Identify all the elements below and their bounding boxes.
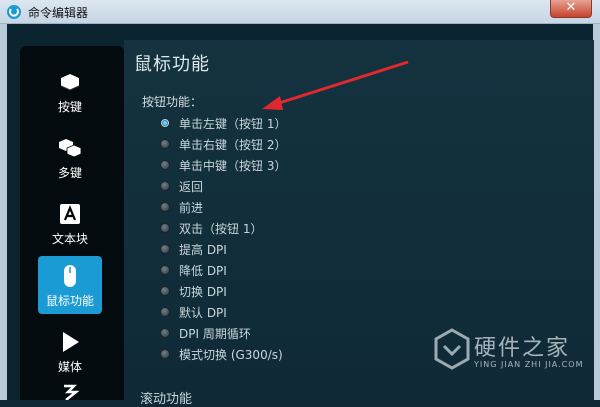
sidebar-item-label: 多键 xyxy=(57,166,82,180)
radio-button[interactable] xyxy=(160,139,170,149)
radio-option[interactable]: 模式切换 (G300/s) xyxy=(160,345,283,363)
radio-option[interactable]: 双击（按钮 1） xyxy=(160,219,262,237)
sidebar-item-keystroke[interactable]: 按键 xyxy=(38,62,102,120)
radio-option-label: 单击右键（按钮 2） xyxy=(179,137,287,152)
radio-option-label: 切换 DPI xyxy=(179,284,227,299)
radio-option[interactable]: 切换 DPI xyxy=(160,282,227,300)
media-play-icon xyxy=(63,332,79,352)
sidebar-item-label: 文本块 xyxy=(51,232,88,246)
radio-option[interactable]: 前进 xyxy=(160,198,203,216)
watermark-text: 硬件之家 xyxy=(474,336,571,361)
sidebar-item-multikey[interactable]: 多键 xyxy=(38,128,102,186)
radio-option-label: 提高 DPI xyxy=(179,242,227,257)
radio-button[interactable] xyxy=(160,244,170,254)
radio-button[interactable] xyxy=(160,223,170,233)
window-title: 命令编辑器 xyxy=(28,6,89,20)
window-right-border xyxy=(593,24,600,400)
radio-option[interactable]: 默认 DPI xyxy=(160,303,227,321)
radio-option[interactable]: 单击左键（按钮 1） xyxy=(160,114,286,132)
mouse-icon xyxy=(64,265,76,287)
radio-option-label: DPI 周期循环 xyxy=(179,326,251,341)
title-bar: 命令编辑器 ✕ xyxy=(0,0,600,24)
page-title: 鼠标功能 xyxy=(134,54,210,75)
sidebar-item-media[interactable]: 媒体 xyxy=(38,322,102,380)
text-block-icon xyxy=(60,204,80,224)
sidebar-item-label: 媒体 xyxy=(57,360,82,374)
radio-option-label: 默认 DPI xyxy=(179,305,227,320)
radio-button[interactable] xyxy=(160,160,170,170)
watermark-subtext: YING JIAN ZHI JIA.COM xyxy=(474,360,584,369)
scroll-function-title: 滚动功能 xyxy=(140,392,193,407)
hotkey-icon[interactable] xyxy=(60,384,82,400)
radio-option[interactable]: DPI 周期循环 xyxy=(160,324,251,342)
radio-button[interactable] xyxy=(160,202,170,212)
radio-button[interactable] xyxy=(160,181,170,191)
app-logo-icon xyxy=(7,5,21,19)
radio-button[interactable] xyxy=(160,307,170,317)
radio-button[interactable] xyxy=(160,286,170,296)
radio-button-checked[interactable] xyxy=(160,118,170,128)
sidebar-item-label: 鼠标功能 xyxy=(45,294,94,308)
radio-option-label: 单击左键（按钮 1） xyxy=(179,116,287,131)
key-icon xyxy=(60,74,80,91)
window-left-border xyxy=(0,24,7,400)
radio-option[interactable]: 降低 DPI xyxy=(160,261,227,279)
radio-option[interactable]: 单击右键（按钮 2） xyxy=(160,135,286,153)
sidebar-item-mouse-function[interactable]: 鼠标功能 xyxy=(38,256,102,314)
sidebar: 按键 多键 文本块 鼠标功能 媒体 xyxy=(20,46,124,400)
sidebar-item-textblock[interactable]: 文本块 xyxy=(38,194,102,252)
radio-option-label: 前进 xyxy=(179,200,204,215)
radio-option-label: 双击（按钮 1） xyxy=(179,221,263,236)
button-function-label: 按钮功能： xyxy=(142,95,203,109)
radio-option-label: 返回 xyxy=(179,179,204,194)
radio-option[interactable]: 单击中键（按钮 3） xyxy=(160,156,286,174)
radio-button[interactable] xyxy=(160,328,170,338)
radio-button[interactable] xyxy=(160,349,170,359)
radio-option-label: 降低 DPI xyxy=(179,263,227,278)
sidebar-item-label: 按键 xyxy=(57,100,82,114)
radio-option-label: 模式切换 (G300/s) xyxy=(179,347,283,362)
radio-button[interactable] xyxy=(160,265,170,275)
multi-key-icon xyxy=(59,139,82,158)
close-button[interactable]: ✕ xyxy=(550,0,592,18)
radio-option[interactable]: 提高 DPI xyxy=(160,240,227,258)
radio-option[interactable]: 返回 xyxy=(160,177,203,195)
radio-option-label: 单击中键（按钮 3） xyxy=(179,158,287,173)
